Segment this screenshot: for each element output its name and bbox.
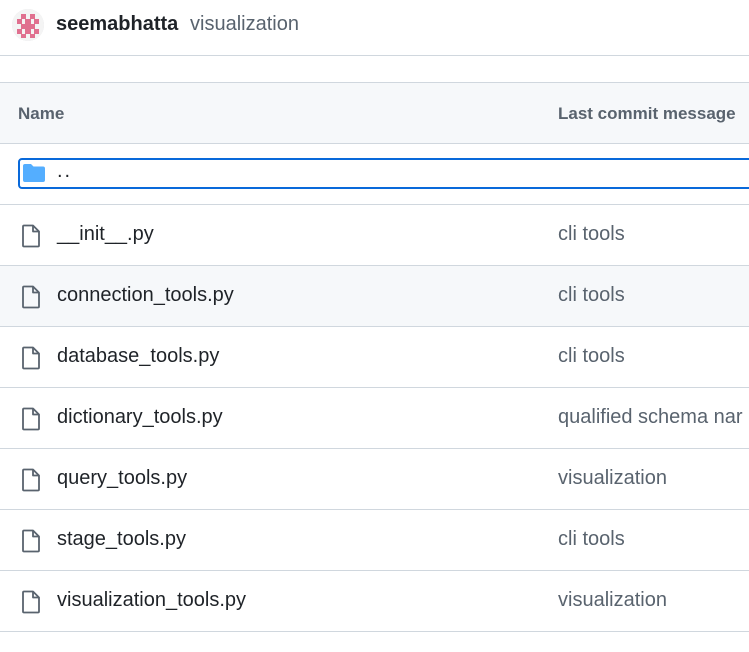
file-commit-message-link[interactable]: cli tools xyxy=(558,528,625,551)
identicon-avatar-icon xyxy=(12,9,44,41)
table-row[interactable]: query_tools.py visualization xyxy=(0,449,749,510)
file-commit-message-link[interactable]: cli tools xyxy=(558,345,625,368)
parent-directory-link[interactable]: .. xyxy=(18,158,749,189)
file-icon xyxy=(20,285,42,314)
column-header-name: Name xyxy=(18,104,65,123)
column-header-last-commit: Last commit message xyxy=(558,104,736,123)
file-commit-message-link[interactable]: visualization xyxy=(558,467,667,490)
file-commit-message-link[interactable]: visualization xyxy=(558,589,667,612)
file-name-link[interactable]: visualization_tools.py xyxy=(57,589,246,612)
commit-header: seemabhatta visualization xyxy=(0,0,749,56)
file-icon xyxy=(20,529,42,558)
file-name-link[interactable]: __init__.py xyxy=(57,223,154,246)
folder-icon xyxy=(22,163,46,188)
file-name-link[interactable]: connection_tools.py xyxy=(57,284,234,307)
file-icon xyxy=(20,590,42,619)
table-row[interactable]: visualization_tools.py visualization xyxy=(0,571,749,632)
file-icon xyxy=(20,346,42,375)
file-icon xyxy=(20,224,42,253)
table-row[interactable]: connection_tools.py cli tools xyxy=(0,266,749,327)
table-row[interactable]: database_tools.py cli tools xyxy=(0,327,749,388)
file-icon xyxy=(20,468,42,497)
file-name-link[interactable]: query_tools.py xyxy=(57,467,187,490)
file-table: Name Last commit message .. __init__.py … xyxy=(0,82,749,632)
file-table-header: Name Last commit message xyxy=(0,83,749,144)
table-row[interactable]: __init__.py cli tools xyxy=(0,205,749,266)
table-row[interactable]: dictionary_tools.py qualified schema nar xyxy=(0,388,749,449)
avatar[interactable] xyxy=(12,9,44,41)
latest-commit-message[interactable]: visualization xyxy=(190,13,299,36)
file-commit-message-link[interactable]: cli tools xyxy=(558,223,625,246)
file-commit-message-link[interactable]: cli tools xyxy=(558,284,625,307)
file-icon xyxy=(20,407,42,436)
file-name-link[interactable]: dictionary_tools.py xyxy=(57,406,223,429)
commit-author-link[interactable]: seemabhatta xyxy=(56,13,178,36)
parent-directory-label: .. xyxy=(57,160,73,182)
file-commit-message-link[interactable]: qualified schema nar xyxy=(558,406,743,429)
file-name-link[interactable]: stage_tools.py xyxy=(57,528,186,551)
file-name-link[interactable]: database_tools.py xyxy=(57,345,219,368)
table-row[interactable]: stage_tools.py cli tools xyxy=(0,510,749,571)
parent-directory-row: .. xyxy=(0,144,749,205)
